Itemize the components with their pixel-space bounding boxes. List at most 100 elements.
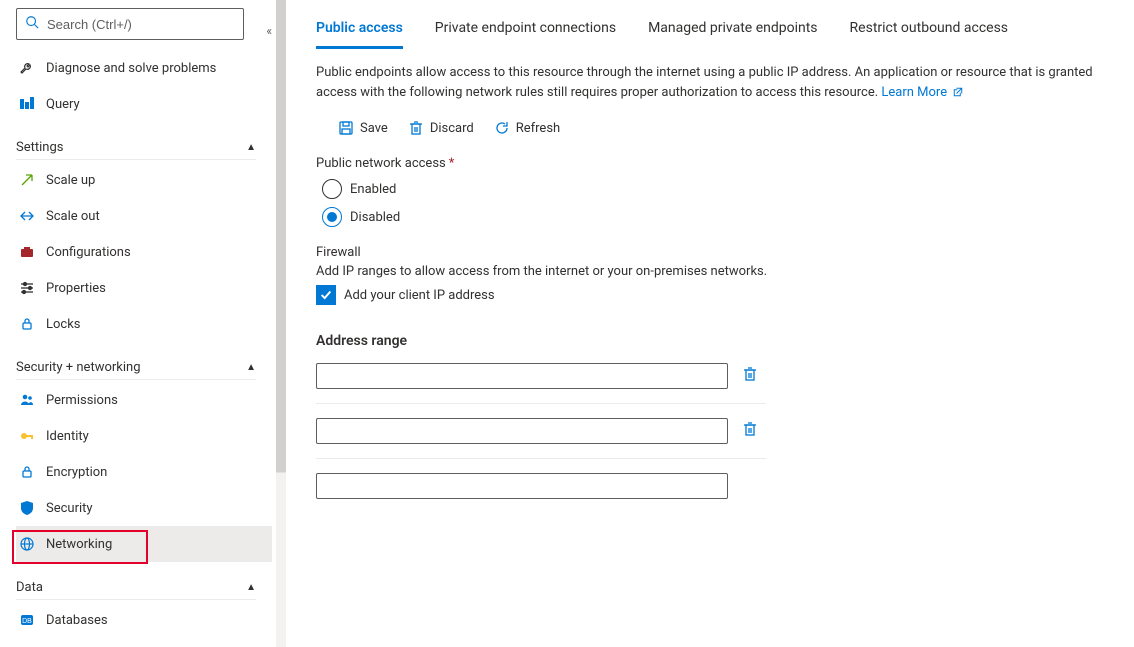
sidebar-item-permissions[interactable]: Permissions (16, 382, 272, 418)
toolbar: Save Discard Refresh (338, 120, 1110, 136)
required-asterisk: * (449, 156, 455, 171)
briefcase-icon (18, 243, 36, 261)
collapse-sidebar-icon[interactable]: « (266, 24, 272, 38)
radio-enabled[interactable]: Enabled (322, 179, 1110, 199)
add-client-ip-checkbox[interactable]: Add your client IP address (316, 285, 1110, 305)
group-header-data[interactable]: Data ▲ (16, 580, 256, 595)
trash-icon (408, 120, 424, 136)
trash-icon (742, 366, 758, 382)
tabs: Public access Private endpoint connectio… (316, 20, 1110, 49)
delete-row-button[interactable] (742, 366, 758, 386)
sidebar-item-diagnose[interactable]: Diagnose and solve problems (16, 50, 272, 86)
save-icon (338, 120, 354, 136)
checkbox-label: Add your client IP address (344, 288, 495, 303)
main-content: Public access Private endpoint connectio… (286, 0, 1134, 647)
sidebar-item-label: Locks (46, 317, 81, 332)
sidebar-item-label: Encryption (46, 465, 107, 480)
scale-up-icon (18, 171, 36, 189)
address-input[interactable] (316, 418, 728, 444)
search-input[interactable] (45, 16, 235, 33)
discard-button[interactable]: Discard (408, 120, 474, 136)
tab-public-access[interactable]: Public access (316, 20, 403, 49)
tab-private-endpoint-connections[interactable]: Private endpoint connections (435, 20, 616, 49)
sidebar-item-label: Networking (46, 537, 112, 552)
lock-icon (18, 315, 36, 333)
delete-row-button[interactable] (742, 421, 758, 441)
radio-disabled[interactable]: Disabled (322, 207, 1110, 227)
sliders-icon (18, 279, 36, 297)
sidebar-item-security[interactable]: Security (16, 490, 272, 526)
sidebar-item-label: Security (46, 501, 93, 516)
sidebar: « Diagnose and solve problems Query Sett… (0, 0, 276, 647)
group-header-settings[interactable]: Settings ▲ (16, 140, 256, 155)
firewall-subtext: Add IP ranges to allow access from the i… (316, 264, 1110, 279)
sidebar-item-identity[interactable]: Identity (16, 418, 272, 454)
pna-label: Public network access* (316, 156, 1110, 171)
group-title: Settings (16, 140, 63, 155)
sidebar-item-label: Permissions (46, 393, 118, 408)
address-input[interactable] (316, 363, 728, 389)
group-title: Data (16, 580, 43, 595)
save-button[interactable]: Save (338, 120, 388, 136)
shield-icon (18, 499, 36, 517)
radio-label: Enabled (350, 182, 396, 197)
address-row (316, 459, 766, 513)
toolbar-label: Discard (430, 121, 474, 136)
database-icon: DB (18, 611, 36, 629)
sidebar-item-locks[interactable]: Locks (16, 306, 272, 342)
people-icon (18, 391, 36, 409)
svg-text:DB: DB (22, 618, 32, 625)
lock-icon (18, 463, 36, 481)
address-range-header: Address range (316, 333, 1110, 349)
address-input[interactable] (316, 473, 728, 499)
sidebar-item-databases[interactable]: DB Databases (16, 602, 272, 638)
divider (16, 159, 256, 160)
sidebar-item-label: Diagnose and solve problems (46, 61, 216, 76)
sidebar-item-configurations[interactable]: Configurations (16, 234, 272, 270)
scale-out-icon (18, 207, 36, 225)
sidebar-item-label: Scale up (46, 173, 95, 188)
search-input-wrapper[interactable] (16, 8, 244, 40)
tab-managed-private-endpoints[interactable]: Managed private endpoints (648, 20, 817, 49)
radio-icon (322, 179, 342, 199)
external-link-icon (952, 86, 964, 98)
refresh-icon (494, 120, 510, 136)
sidebar-item-label: Scale out (46, 209, 100, 224)
refresh-button[interactable]: Refresh (494, 120, 560, 136)
chevron-up-icon: ▲ (246, 142, 256, 153)
wrench-icon (18, 59, 36, 77)
sidebar-item-encryption[interactable]: Encryption (16, 454, 272, 490)
key-icon (18, 427, 36, 445)
tab-restrict-outbound-access[interactable]: Restrict outbound access (850, 20, 1008, 49)
sidebar-item-label: Query (46, 97, 80, 112)
sidebar-item-label: Identity (46, 429, 89, 444)
search-icon (25, 15, 39, 33)
trash-icon (742, 421, 758, 437)
address-row (316, 404, 766, 459)
learn-more-link[interactable]: Learn More (881, 85, 964, 100)
divider (16, 599, 256, 600)
group-header-security[interactable]: Security + networking ▲ (16, 360, 256, 375)
sidebar-item-query[interactable]: Query (16, 86, 272, 122)
scrollbar[interactable] (276, 0, 286, 647)
sidebar-item-networking[interactable]: Networking (16, 526, 272, 562)
description-text: Public endpoints allow access to this re… (316, 63, 1096, 102)
toolbar-label: Refresh (516, 121, 560, 136)
firewall-heading: Firewall (316, 245, 1110, 260)
checkbox-icon (316, 285, 336, 305)
sidebar-item-label: Configurations (46, 245, 131, 260)
toolbar-label: Save (360, 121, 388, 136)
sidebar-item-label: Properties (46, 281, 106, 296)
address-row (316, 349, 766, 404)
radio-label: Disabled (350, 210, 400, 225)
globe-icon (18, 535, 36, 553)
chevron-up-icon: ▲ (246, 362, 256, 373)
chevron-up-icon: ▲ (246, 582, 256, 593)
group-title: Security + networking (16, 360, 141, 375)
radio-icon (322, 207, 342, 227)
query-icon (18, 95, 36, 113)
sidebar-item-scale-out[interactable]: Scale out (16, 198, 272, 234)
sidebar-item-scale-up[interactable]: Scale up (16, 162, 272, 198)
sidebar-item-properties[interactable]: Properties (16, 270, 272, 306)
divider (16, 379, 256, 380)
